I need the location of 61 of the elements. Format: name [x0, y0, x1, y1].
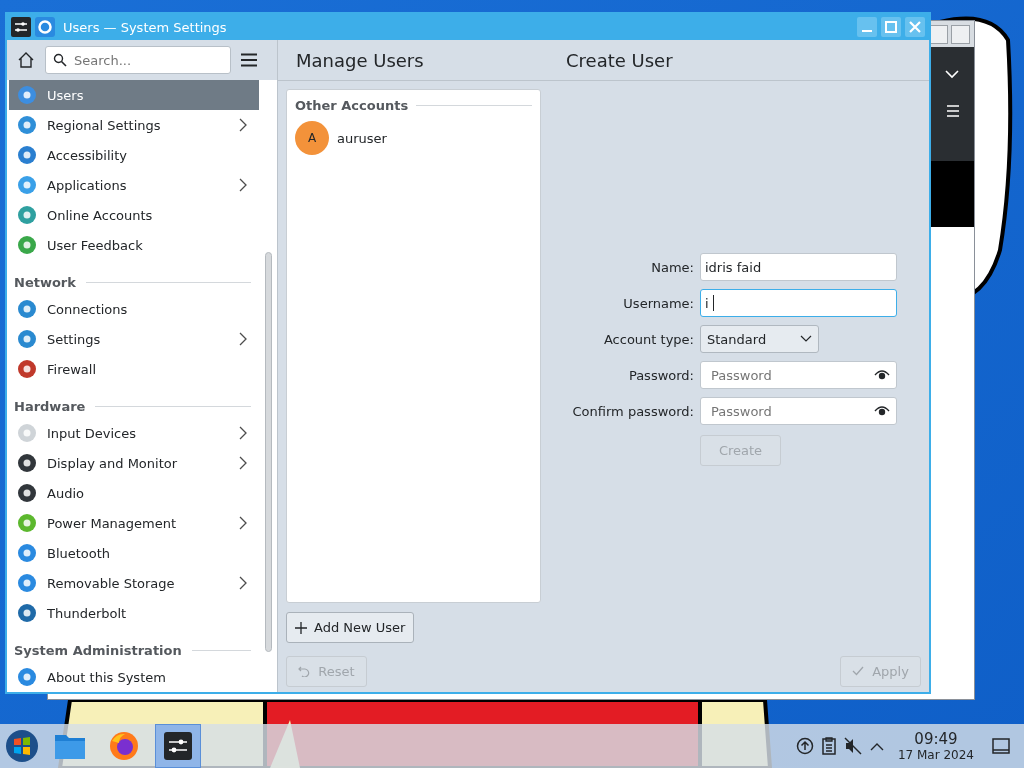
input-field[interactable]: idris faid: [700, 253, 897, 281]
field-label: Username:: [622, 295, 694, 311]
eye-icon[interactable]: [874, 369, 890, 381]
folder-icon: [54, 732, 86, 760]
scrollbar-thumb[interactable]: [264, 252, 272, 652]
chevron-down-icon[interactable]: [944, 69, 960, 79]
section-heading: Other Accounts: [295, 98, 409, 113]
eye-icon[interactable]: [874, 405, 890, 417]
field-label: Confirm password:: [572, 403, 694, 419]
password-field[interactable]: Password: [700, 397, 897, 425]
start-button[interactable]: [5, 729, 39, 763]
field-label: Password:: [627, 367, 694, 383]
clipboard-icon[interactable]: [821, 737, 836, 755]
add-user-button[interactable]: Add New User: [286, 612, 415, 643]
sidebar-item[interactable]: User Feedback: [9, 230, 259, 260]
input-field[interactable]: i: [700, 289, 897, 317]
fox-globe-icon: [109, 731, 139, 761]
avatar: A: [295, 121, 329, 155]
page-title: Create User: [566, 49, 673, 71]
sidebar-item[interactable]: Accessibility: [9, 140, 259, 170]
user-list-item[interactable]: A auruser: [295, 121, 532, 155]
checkmark-icon: [852, 666, 865, 676]
page-title: Manage Users: [296, 49, 425, 71]
taskbar-app[interactable]: [155, 724, 201, 768]
section-heading: Network: [14, 275, 76, 290]
sidebar-item[interactable]: Bluetooth: [9, 538, 259, 568]
chevron-up-icon[interactable]: [869, 741, 884, 751]
sidebar-item[interactable]: About this System: [9, 662, 259, 692]
search-field[interactable]: Search...: [45, 46, 231, 74]
sidebar-item[interactable]: Removable Storage: [9, 568, 259, 598]
sidebar-item[interactable]: Applications: [9, 170, 259, 200]
field-label: Name:: [650, 259, 694, 275]
plus-icon: [295, 621, 307, 634]
sidebar-item[interactable]: Users: [9, 80, 259, 110]
sidebar-item[interactable]: Firewall: [9, 354, 259, 384]
chevron-down-icon: [800, 335, 812, 343]
section-heading: Hardware: [14, 399, 86, 414]
home-icon[interactable]: [17, 51, 35, 69]
field-label: Account type:: [602, 331, 694, 347]
update-icon[interactable]: [795, 737, 814, 755]
search-icon: [53, 53, 67, 67]
sidebar-item[interactable]: Thunderbolt: [9, 598, 259, 628]
clock[interactable]: 09:49 17 Mar 2024: [897, 730, 974, 762]
window-title: Users — System Settings: [63, 19, 227, 35]
sidebar-item[interactable]: Regional Settings: [9, 110, 259, 140]
sidebar-item[interactable]: Input Devices: [9, 418, 259, 448]
speaker-muted-icon[interactable]: [843, 737, 862, 755]
menu-icon[interactable]: [241, 53, 257, 67]
settings-sliders-icon: [11, 17, 31, 37]
show-desktop-icon[interactable]: [992, 738, 1010, 754]
password-field[interactable]: Password: [700, 361, 897, 389]
sidebar-item[interactable]: Online Accounts: [9, 200, 259, 230]
sidebar-item[interactable]: Connections: [9, 294, 259, 324]
sidebar-item[interactable]: Display and Monitor: [9, 448, 259, 478]
settings-sliders-icon: [164, 732, 192, 760]
sidebar-item[interactable]: Power Management: [9, 508, 259, 538]
undo-icon: [298, 665, 311, 677]
section-heading: System Administration: [14, 643, 182, 658]
sidebar-item[interactable]: Audio: [9, 478, 259, 508]
sidebar-item[interactable]: Settings: [9, 324, 259, 354]
account-type-dropdown[interactable]: Standard: [700, 325, 819, 353]
